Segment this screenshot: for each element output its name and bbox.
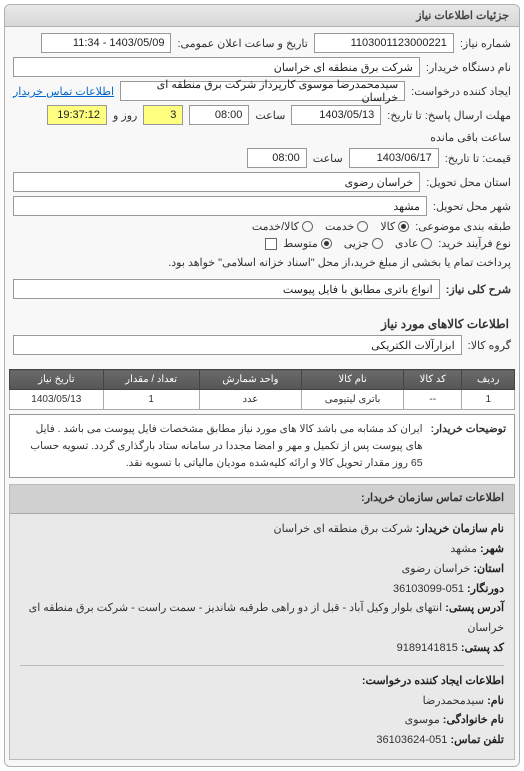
subject-option-0[interactable]: کالا xyxy=(380,220,409,233)
subject-cat-label: طبقه بندی موضوعی: xyxy=(415,220,511,233)
radio-icon xyxy=(302,221,313,232)
contact-org-label: نام سازمان خریدار: xyxy=(416,523,504,535)
priority-option-0[interactable]: عادی xyxy=(395,237,432,250)
contact-info-box: اطلاعات تماس سازمان خریدار: نام سازمان خ… xyxy=(9,484,515,760)
radio-icon xyxy=(398,221,409,232)
creator-section-title: اطلاعات ایجاد کننده درخواست: xyxy=(362,675,504,687)
contact-org: شرکت برق منطقه ای خراسان xyxy=(274,523,413,535)
th-unit: واحد شمارش xyxy=(199,370,301,390)
radio-icon xyxy=(372,238,383,249)
th-date: تاریخ نیاز xyxy=(10,370,104,390)
price-date: 1403/06/17 xyxy=(349,148,439,168)
goods-group-label: گروه کالا: xyxy=(468,339,511,352)
radio-icon xyxy=(421,238,432,249)
creator-value: سیدمحمدرضا موسوی کارپرداز شرکت برق منطقه… xyxy=(120,81,405,101)
need-title-value: انواع باتری مطابق با فایل پیوست xyxy=(13,279,440,299)
deadline-time: 08:00 xyxy=(189,105,249,125)
table-row[interactable]: 1 -- باتری لیتیومی عدد 1 1403/05/13 xyxy=(10,390,515,410)
treasury-checkbox[interactable] xyxy=(265,238,277,250)
contact-name-label: نام: xyxy=(487,695,504,707)
creator-label: ایجاد کننده درخواست: xyxy=(411,85,511,98)
radio-icon xyxy=(321,238,332,249)
price-time: 08:00 xyxy=(247,148,307,168)
contact-postal: 9189141815 xyxy=(397,642,458,654)
contact-name: سیدمحمدرضا xyxy=(423,695,484,707)
need-details-panel: جزئیات اطلاعات نیاز شماره نیاز: 11030011… xyxy=(4,4,520,767)
goods-section-title: اطلاعات کالاهای مورد نیاز xyxy=(15,317,509,331)
contact-city: مشهد xyxy=(450,543,477,555)
need-title-label: شرح کلی نیاز: xyxy=(446,283,511,296)
goods-group-value: ابزارآلات الکتریکی xyxy=(13,335,462,355)
payment-note: پرداخت تمام یا بخشی از مبلغ خرید،از محل … xyxy=(168,256,511,269)
priority-radio-group: عادی جزیی متوسط xyxy=(283,237,432,250)
public-date-value: 1403/05/09 - 11:34 xyxy=(41,33,171,53)
radio-icon xyxy=(357,221,368,232)
days-remain: 3 xyxy=(143,105,183,125)
subject-option-1[interactable]: خدمت xyxy=(325,220,368,233)
th-row: ردیف xyxy=(462,370,515,390)
contact-lname-label: نام خانوادگی: xyxy=(443,714,504,726)
deadline-label: مهلت ارسال پاسخ: تا تاریخ: xyxy=(387,109,511,122)
org-name-label: نام دستگاه خریدار: xyxy=(426,61,511,74)
public-date-label: تاریخ و ساعت اعلان عمومی: xyxy=(177,37,307,50)
province-label: استان محل تحویل: xyxy=(426,176,511,189)
th-code: کد کالا xyxy=(404,370,462,390)
subject-radio-group: کالا خدمت کالا/خدمت xyxy=(252,220,409,233)
contact-province-label: استان: xyxy=(473,563,504,575)
buyer-description: توضیحات خریدار: ایران کد مشابه می باشد ک… xyxy=(9,414,515,478)
contact-title: اطلاعات تماس سازمان خریدار: xyxy=(10,485,514,514)
contact-province: خراسان رضوی xyxy=(402,563,471,575)
contact-fax-label: دورنگار: xyxy=(467,583,504,595)
table-header-row: ردیف کد کالا نام کالا واحد شمارش تعداد /… xyxy=(10,370,515,390)
th-qty: تعداد / مقدار xyxy=(103,370,199,390)
contact-addr: انتهای بلوار وکیل آباد - قبل از دو راهی … xyxy=(29,602,504,634)
time-remain: 19:37:12 xyxy=(47,105,107,125)
contact-city-label: شهر: xyxy=(480,543,504,555)
goods-table: ردیف کد کالا نام کالا واحد شمارش تعداد /… xyxy=(9,369,515,410)
contact-postal-label: کد پستی: xyxy=(461,642,504,654)
city-value: مشهد xyxy=(13,196,427,216)
priority-option-1[interactable]: جزیی xyxy=(344,237,383,250)
req-no-label: شماره نیاز: xyxy=(460,37,511,50)
city-label: شهر محل تحویل: xyxy=(433,200,511,213)
contact-phone: 051-36103624 xyxy=(376,734,447,746)
time-label-2: ساعت xyxy=(313,152,343,165)
priority-option-2[interactable]: متوسط xyxy=(283,237,332,250)
deadline-date: 1403/05/13 xyxy=(291,105,381,125)
subject-option-2[interactable]: کالا/خدمت xyxy=(252,220,313,233)
desc-label: توضیحات خریدار: xyxy=(431,421,506,471)
org-name-value: شرکت برق منطقه ای خراسان xyxy=(13,57,420,77)
th-name: نام کالا xyxy=(302,370,404,390)
contact-addr-label: آدرس پستی: xyxy=(445,602,504,614)
price-until-label: قیمت: تا تاریخ: xyxy=(445,152,511,165)
time-label-1: ساعت xyxy=(255,109,285,122)
buyer-contact-link[interactable]: اطلاعات تماس خریدار xyxy=(13,85,114,98)
days-remain-label: روز و xyxy=(113,109,137,122)
desc-text: ایران کد مشابه می باشد کالا های مورد نیا… xyxy=(18,421,423,471)
contact-fax: 051-36103099 xyxy=(393,583,464,595)
contact-phone-label: تلفن تماس: xyxy=(450,734,504,746)
contact-lname: موسوی xyxy=(405,714,440,726)
priority-label: نوع فرآیند خرید: xyxy=(438,237,511,250)
province-value: خراسان رضوی xyxy=(13,172,420,192)
panel-title: جزئیات اطلاعات نیاز xyxy=(5,5,519,27)
time-remain-label: ساعت باقی مانده xyxy=(430,131,511,144)
req-no-value: 1103001123000221 xyxy=(314,33,454,53)
